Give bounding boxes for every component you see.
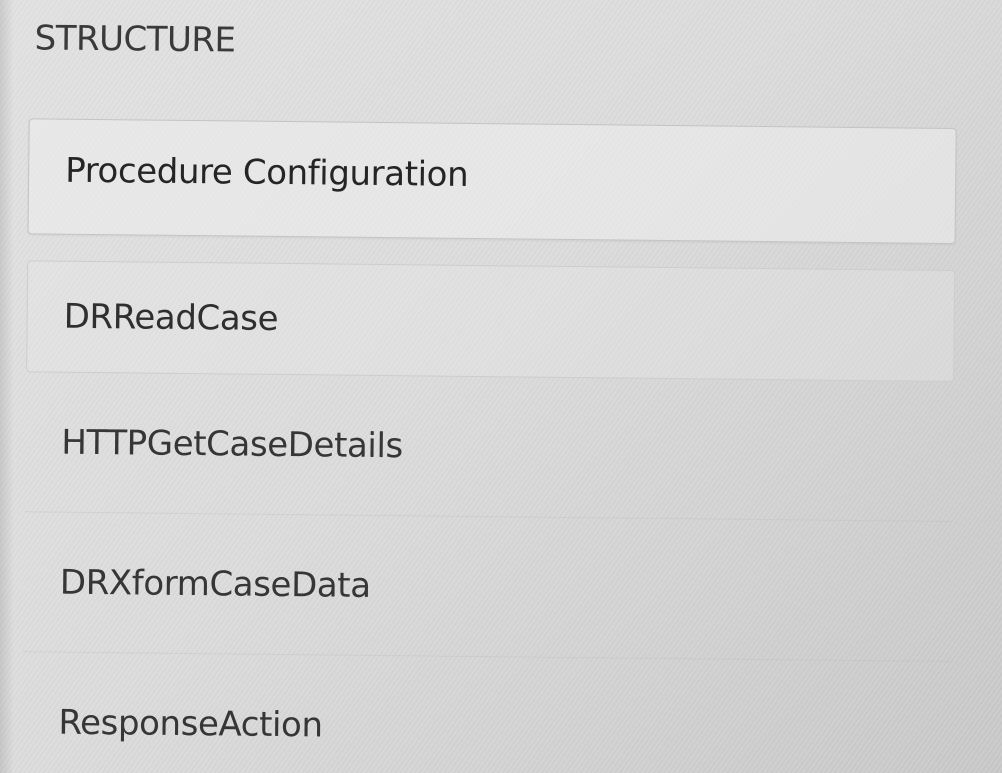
structure-item-responseaction[interactable]: ResponseAction — [22, 652, 951, 773]
structure-item-httpgetcasedetails[interactable]: HTTPGetCaseDetails — [24, 372, 955, 523]
structure-item-drreadcase[interactable]: DRReadCase — [26, 260, 956, 383]
screen: STRUCTURE Procedure Configuration DRRead… — [0, 0, 1002, 773]
structure-panel: STRUCTURE Procedure Configuration DRRead… — [0, 0, 1002, 773]
structure-list: Procedure Configuration DRReadCase HTTPG… — [22, 118, 957, 773]
section-title: STRUCTURE — [34, 18, 236, 61]
structure-item-procedure-configuration[interactable]: Procedure Configuration — [27, 118, 957, 245]
structure-item-drxformcasedata[interactable]: DRXformCaseData — [23, 512, 953, 662]
